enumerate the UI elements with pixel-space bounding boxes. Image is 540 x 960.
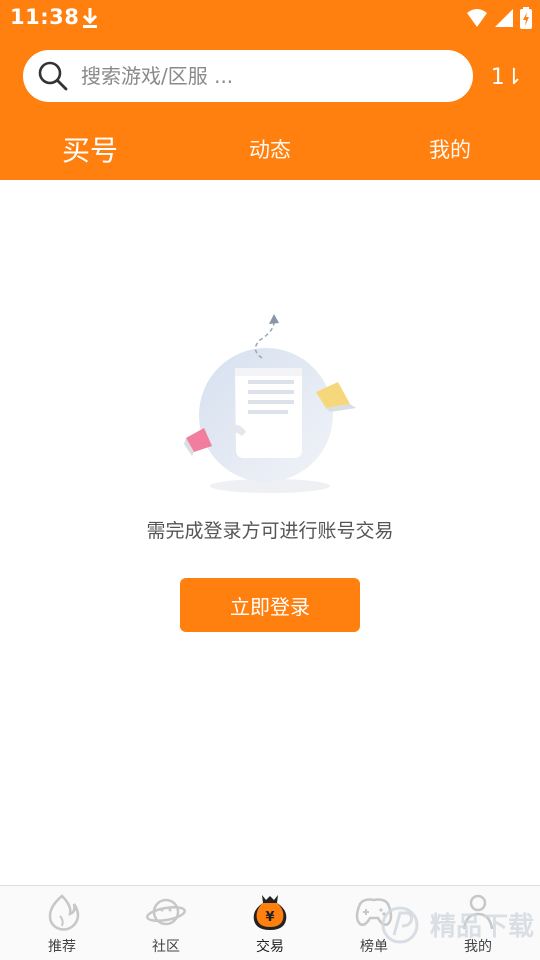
status-time: 11:38	[10, 5, 80, 29]
login-required-message: 需完成登录方可进行账号交易	[146, 520, 394, 542]
nav-item-trade[interactable]: ¥ 交易	[218, 886, 322, 960]
svg-text:¥: ¥	[265, 910, 274, 925]
nav-item-recommend[interactable]: 推荐	[10, 886, 114, 960]
wifi-icon	[467, 9, 487, 27]
bottom-nav: 推荐 社区 ¥ 交易 榜单 我的	[0, 885, 540, 960]
signal-icon	[495, 9, 513, 27]
battery-icon	[520, 7, 532, 29]
person-icon	[462, 894, 494, 930]
nav-item-community[interactable]: 社区	[114, 886, 218, 960]
nav-label-trade: 交易	[256, 939, 284, 955]
screen: 11:38 搜索游戏/区服 ... 1⇂ 买号 动态 我的 需完成登录方可进行账…	[0, 0, 540, 960]
search-input[interactable]	[81, 50, 451, 102]
nav-label-mine: 我的	[464, 939, 492, 955]
tab-bar: 买号 动态 我的	[0, 118, 540, 180]
tab-buy-account[interactable]: 买号	[30, 118, 150, 180]
sort-button[interactable]: 1⇂	[490, 60, 524, 94]
status-icons	[466, 6, 532, 30]
login-button[interactable]: 立即登录	[180, 578, 360, 632]
download-icon	[82, 8, 98, 28]
nav-item-ranking[interactable]: 榜单	[322, 886, 426, 960]
nav-item-mine[interactable]: 我的	[426, 886, 530, 960]
flame-icon	[48, 894, 80, 931]
nav-label-recommend: 推荐	[48, 939, 76, 955]
nav-label-community: 社区	[152, 939, 180, 955]
tab-mine[interactable]: 我的	[390, 118, 510, 180]
status-bar: 11:38	[0, 0, 540, 36]
search-row: 1⇂	[0, 50, 540, 102]
header: 11:38 搜索游戏/区服 ... 1⇂ 买号 动态 我的	[0, 0, 540, 180]
gamepad-icon	[355, 898, 393, 926]
empty-document-illustration	[184, 314, 356, 493]
planet-icon	[146, 898, 186, 926]
search-icon	[38, 61, 68, 91]
money-bag-icon: ¥	[253, 895, 287, 930]
tab-activity[interactable]: 动态	[210, 118, 330, 180]
search-box[interactable]	[23, 50, 473, 102]
nav-label-ranking: 榜单	[360, 939, 388, 955]
